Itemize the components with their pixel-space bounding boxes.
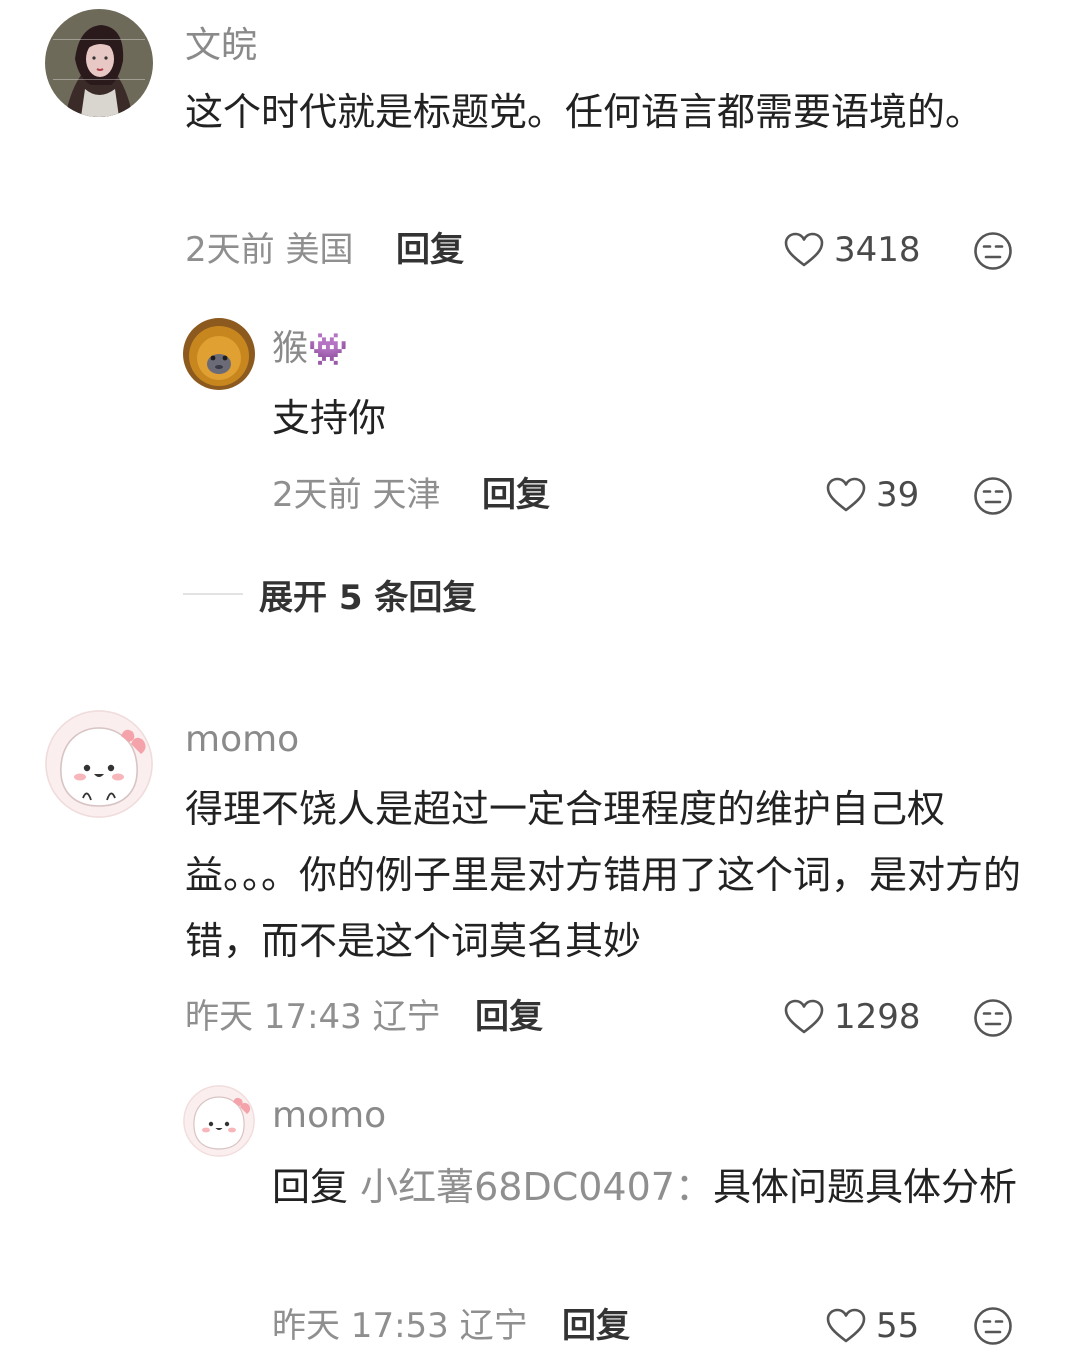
alien-monster-icon: 👾 [308,330,348,368]
reply-text: 回复 小红薯68DC0407：具体问题具体分析 [272,1155,1032,1219]
comment-location: 辽宁 [372,997,441,1037]
reply-button[interactable]: 回复 [396,228,464,272]
like-count: 3418 [834,230,921,270]
reply-location: 辽宁 [459,1306,528,1346]
like-button[interactable]: 3418 [784,228,921,272]
reply-location: 天津 [372,475,441,515]
like-button[interactable]: 55 [826,1304,919,1348]
reply-author[interactable]: momo [272,1092,386,1140]
like-button[interactable]: 39 [826,473,919,517]
reply-target-user[interactable]: 小红薯68DC0407： [360,1165,713,1209]
heart-outline-icon [784,999,824,1035]
reply-meta: 昨天 17:53 辽宁 [272,1304,528,1348]
dislike-button[interactable] [973,1306,1013,1346]
avatar[interactable] [45,710,153,818]
reply-text: 支持你 [272,396,387,440]
comment-time: 2天前 [185,230,275,270]
comment-text: 得理不饶人是超过一定合理程度的维护自己权益。。。你的例子里是对方错用了这个词，是… [185,787,1022,963]
like-count: 55 [876,1306,920,1346]
expand-replies-label: 展开 5 条回复 [259,577,477,618]
heart-outline-icon [826,1308,866,1344]
reply-body: 具体问题具体分析 [712,1165,1017,1209]
comment-author[interactable]: momo [185,716,299,764]
reply-meta: 2天前 天津 [272,473,440,517]
heart-outline-icon [826,477,866,513]
avatar[interactable] [45,9,153,117]
divider-line [183,593,243,595]
avatar[interactable] [183,318,255,390]
meh-face-icon [973,1306,1013,1346]
comment-meta: 昨天 17:43 辽宁 [185,995,441,1039]
reply-button[interactable]: 回复 [475,995,543,1039]
comment-location: 美国 [285,230,354,270]
avatar[interactable] [183,1085,255,1157]
reply-time: 昨天 17:53 [272,1306,449,1346]
meh-face-icon [973,231,1013,271]
expand-replies-button[interactable]: 展开 5 条回复 [183,571,477,618]
reply-button[interactable]: 回复 [482,473,550,517]
like-count: 1298 [834,997,921,1037]
dislike-button[interactable] [973,231,1013,271]
meh-face-icon [973,476,1013,516]
like-button[interactable]: 1298 [784,995,921,1039]
like-count: 39 [876,475,920,515]
dislike-button[interactable] [973,476,1013,516]
reply-author[interactable]: 猴👾 [272,325,348,373]
reply-prefix: 回复 [272,1165,349,1209]
meh-face-icon [973,998,1013,1038]
comment-meta: 2天前 美国 [185,228,353,272]
heart-outline-icon [784,232,824,268]
reply-time: 2天前 [272,475,362,515]
dislike-button[interactable] [973,998,1013,1038]
comment-time: 昨天 17:43 [185,997,362,1037]
reply-author-name: 猴 [272,328,309,369]
reply-button[interactable]: 回复 [562,1304,630,1348]
comment-author[interactable]: 文皖 [185,16,257,68]
comment-text: 这个时代就是标题党。任何语言都需要语境的。 [185,90,984,134]
